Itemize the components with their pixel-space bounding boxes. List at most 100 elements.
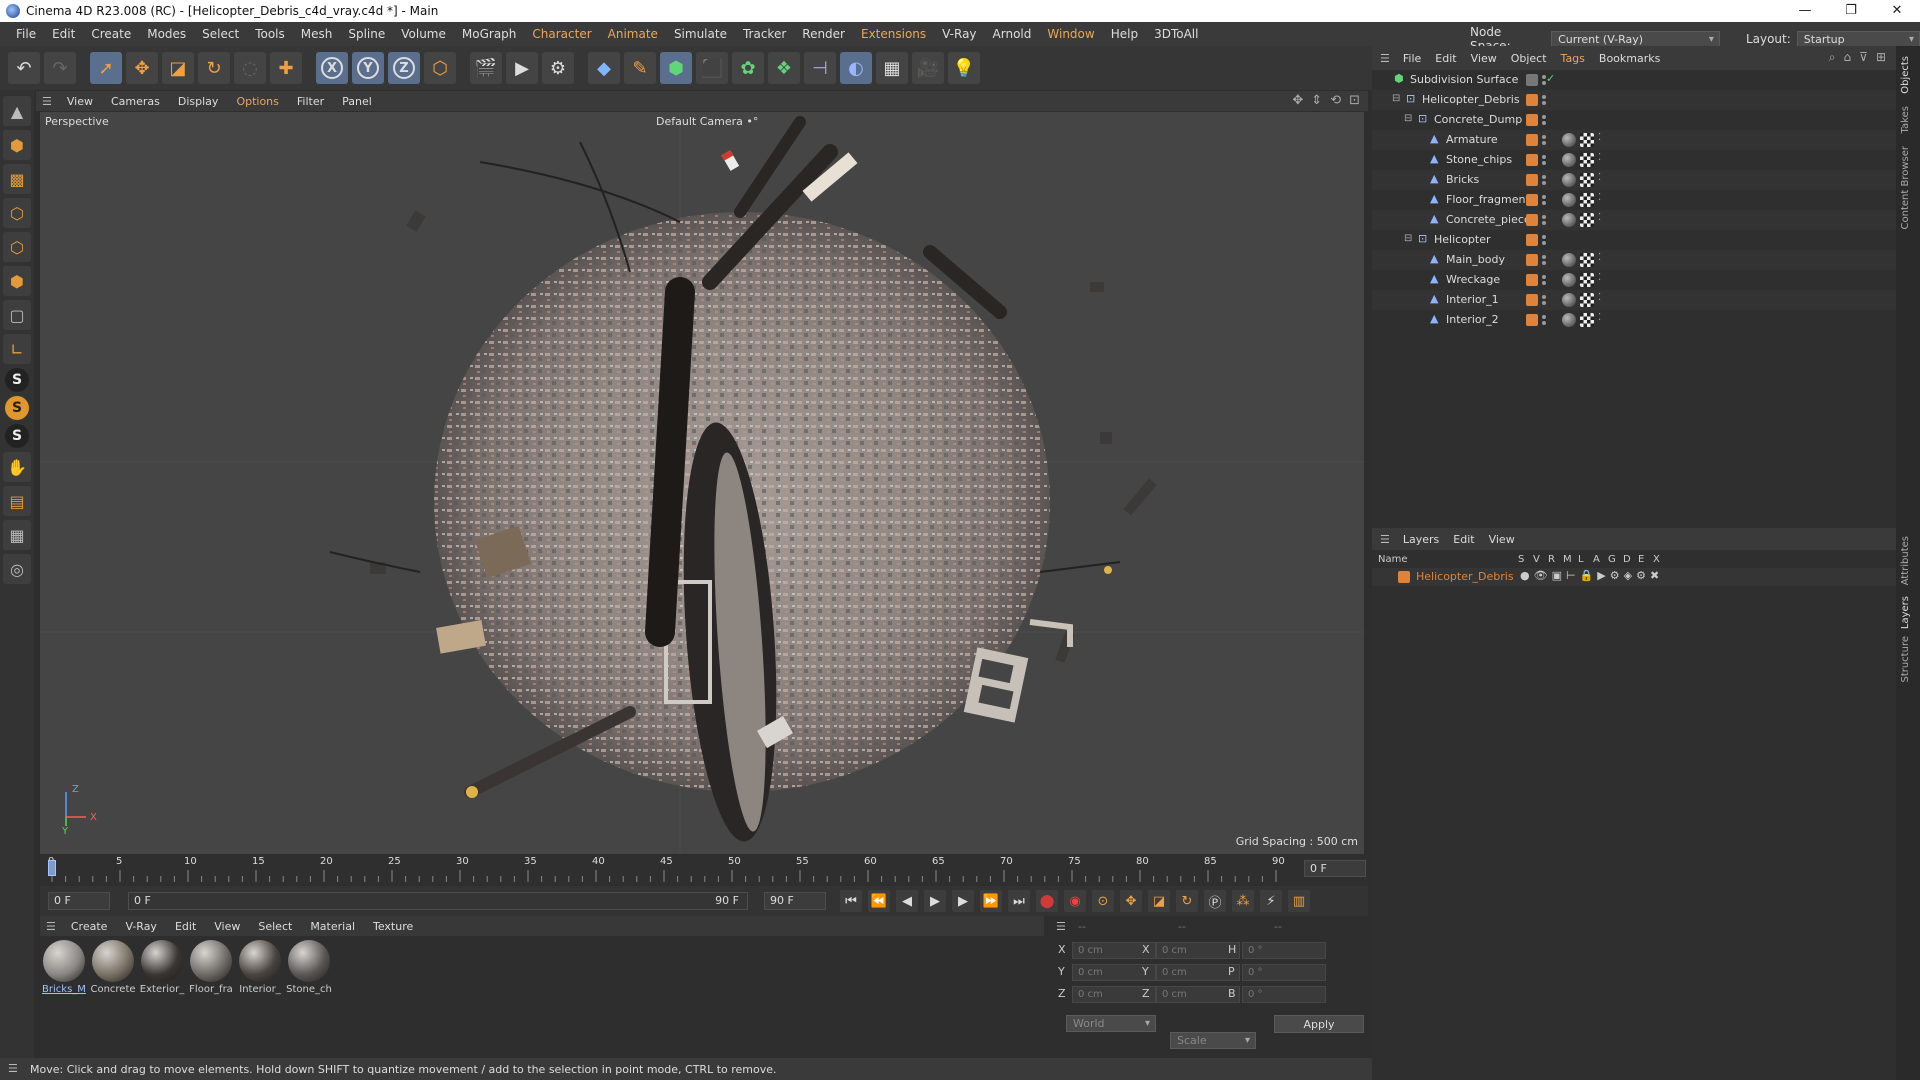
material-tag-icon[interactable] [1562, 213, 1576, 227]
visibility-dot[interactable] [1542, 315, 1546, 319]
layer-animation-icon[interactable]: ▶ [1597, 569, 1605, 582]
object-row[interactable]: ▲ Bricks ⁚ [1372, 170, 1896, 190]
visibility-dot[interactable] [1542, 155, 1546, 159]
viewport-camera-label[interactable]: Default Camera •° [656, 115, 758, 128]
visibility-dot[interactable] [1542, 215, 1546, 219]
enabled-check-icon[interactable]: ✓ [1546, 72, 1555, 85]
viewport-hamburger-icon[interactable]: ☰ [42, 95, 52, 108]
render-view-icon[interactable]: ▶ [506, 52, 538, 84]
menu-animate[interactable]: Animate [600, 27, 666, 41]
material-tag-icon[interactable] [1562, 313, 1576, 327]
viewport-orbit-icon[interactable]: ⟲ [1330, 93, 1341, 108]
visibility-dot[interactable] [1542, 321, 1546, 325]
coordinate-mode-dropdown[interactable]: World [1066, 1015, 1156, 1032]
collapse-icon[interactable]: ⊟ [1404, 113, 1412, 124]
object-name[interactable]: Floor_fragment [1446, 193, 1530, 206]
go-to-start-icon[interactable]: ⏮ [840, 890, 862, 912]
x-axis-icon[interactable]: X [316, 52, 348, 84]
layer-tag-icon[interactable] [1526, 294, 1538, 306]
visibility-dot[interactable] [1542, 235, 1546, 239]
layer-tag-icon[interactable] [1526, 134, 1538, 146]
object-name[interactable]: Interior_2 [1446, 313, 1499, 326]
menu-edit[interactable]: Edit [44, 27, 83, 41]
move-icon[interactable]: ✥ [126, 52, 158, 84]
scale-icon[interactable]: ◪ [162, 52, 194, 84]
object-row[interactable]: ⊟ ⊡ Helicopter_Debris [1372, 90, 1896, 110]
current-frame-field[interactable]: 0 F [1304, 860, 1366, 877]
end-frame-field[interactable]: 90 F [764, 892, 826, 910]
coords-hamburger-icon[interactable]: ☰ [1056, 920, 1066, 933]
visibility-dot[interactable] [1542, 161, 1546, 165]
layer-generator-icon[interactable]: ⚙ [1610, 569, 1620, 582]
object-name[interactable]: Stone_chips [1446, 153, 1512, 166]
maximize-button[interactable]: ❐ [1828, 0, 1874, 22]
visibility-dot[interactable] [1542, 275, 1546, 279]
y-axis-icon[interactable]: Y [352, 52, 384, 84]
polygons-mode-icon[interactable]: ⬢ [3, 266, 31, 296]
material-menu-create[interactable]: Create [62, 920, 117, 933]
previous-key-icon[interactable]: ⏪ [868, 890, 890, 912]
layers-menu-layers[interactable]: Layers [1396, 533, 1446, 546]
coord-value-field[interactable]: 0 ° [1242, 986, 1326, 1003]
make-editable-icon[interactable]: ▲ [3, 96, 31, 126]
render-settings-icon[interactable]: ⚙ [542, 52, 574, 84]
extrude-icon[interactable]: ⬛ [696, 52, 728, 84]
texture-mode-icon[interactable]: ▩ [3, 164, 31, 194]
object-name[interactable]: Concrete_piece [1446, 213, 1531, 226]
menu-render[interactable]: Render [794, 27, 853, 41]
keyframe-selection-icon[interactable]: ⊙ [1092, 890, 1114, 912]
uvw-tag-icon[interactable] [1580, 313, 1594, 327]
key-rotation-icon[interactable]: ↻ [1176, 890, 1198, 912]
snap-enable-icon[interactable]: S [5, 396, 29, 420]
object-row[interactable]: ▲ Wreckage ⁚ [1372, 270, 1896, 290]
undo-icon[interactable]: ↶ [8, 52, 40, 84]
model-mode-icon[interactable]: ⬢ [3, 130, 31, 160]
material-tag-icon[interactable] [1562, 193, 1576, 207]
material-tag-icon[interactable] [1562, 273, 1576, 287]
menu-arnold[interactable]: Arnold [985, 27, 1040, 41]
layer-expression-icon[interactable]: ⚙ [1636, 569, 1646, 582]
floor-grid-icon[interactable]: ▤ [3, 486, 31, 516]
object-row[interactable]: ▲ Main_body ⁚ [1372, 250, 1896, 270]
select-cursor-icon[interactable]: ➚ [90, 52, 122, 84]
layers-menu-edit[interactable]: Edit [1446, 533, 1481, 546]
uvw-tag-icon[interactable] [1580, 293, 1594, 307]
cube-icon[interactable]: ◆ [588, 52, 620, 84]
object-name[interactable]: Helicopter [1434, 233, 1491, 246]
menu-select[interactable]: Select [194, 27, 247, 41]
vray-tag-icon[interactable]: ⁚ [1598, 212, 1601, 223]
timeline-window-icon[interactable]: ▥ [1288, 890, 1310, 912]
object-name[interactable]: Concrete_Dump [1434, 113, 1522, 126]
edit-toggle-icon[interactable] [1526, 74, 1538, 86]
visibility-dot[interactable] [1542, 101, 1546, 105]
layer-tag-icon[interactable] [1526, 214, 1538, 226]
material-tag-icon[interactable] [1562, 253, 1576, 267]
object-menu-object[interactable]: Object [1504, 52, 1554, 65]
material-tag-icon[interactable] [1562, 173, 1576, 187]
collapse-icon[interactable]: ⊟ [1404, 233, 1412, 244]
material-menu-vray[interactable]: V-Ray [116, 920, 166, 933]
visibility-dot[interactable] [1542, 81, 1546, 85]
floor-icon[interactable]: ▦ [876, 52, 908, 84]
light-icon[interactable]: 💡 [948, 52, 980, 84]
redo-icon[interactable]: ↷ [44, 52, 76, 84]
menu-mograph[interactable]: MoGraph [454, 27, 525, 41]
uvw-tag-icon[interactable] [1580, 273, 1594, 287]
start-frame-field[interactable]: 0 F [48, 892, 110, 910]
visibility-dot[interactable] [1542, 261, 1546, 265]
vray-tag-icon[interactable]: ⁚ [1598, 132, 1601, 143]
pen-icon[interactable]: ✎ [624, 52, 656, 84]
object-row[interactable]: ⊟ ⊡ Concrete_Dump [1372, 110, 1896, 130]
uvw-tag-icon[interactable] [1580, 213, 1594, 227]
tab-attributes[interactable]: Attributes [1900, 536, 1911, 585]
workplane-grid-icon[interactable]: ▦ [3, 520, 31, 550]
material-menu-texture[interactable]: Texture [364, 920, 422, 933]
viewport-menu-cameras[interactable]: Cameras [102, 95, 169, 108]
node-space-dropdown[interactable]: Current (V-Ray) [1551, 30, 1720, 48]
tab-objects[interactable]: Objects [1900, 56, 1911, 94]
material-item[interactable]: Exterior_ [140, 940, 184, 1052]
layout-dropdown[interactable]: Startup [1796, 30, 1920, 48]
layers-menu-view[interactable]: View [1482, 533, 1522, 546]
layer-tag-icon[interactable] [1526, 114, 1538, 126]
material-menu-select[interactable]: Select [249, 920, 301, 933]
